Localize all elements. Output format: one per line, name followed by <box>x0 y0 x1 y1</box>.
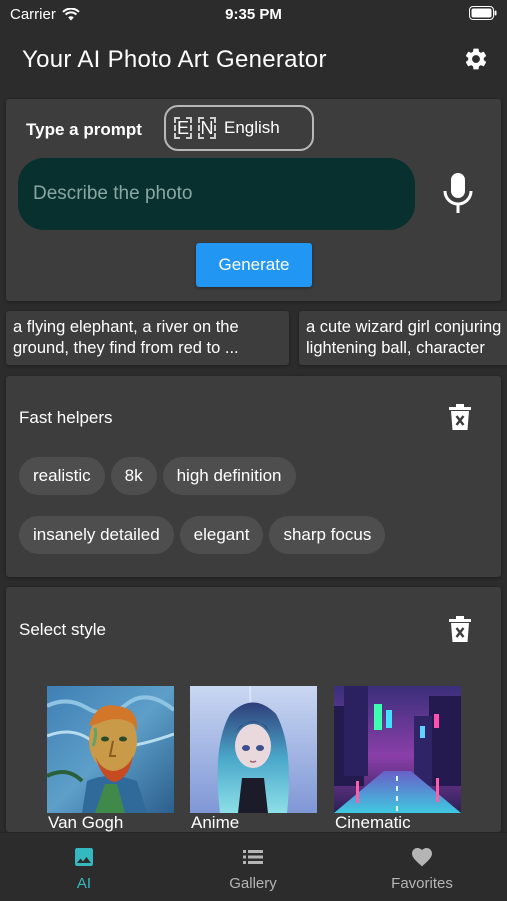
prompt-card: Type a prompt E N English Generate <box>6 99 501 301</box>
language-code-icon: E N <box>174 117 216 139</box>
clear-style-button[interactable] <box>449 616 471 642</box>
tab-gallery[interactable]: Gallery <box>169 833 337 901</box>
helper-chip-8k[interactable]: 8k <box>110 457 157 495</box>
style-option-cinematic[interactable]: Cinematic <box>334 686 461 832</box>
language-letter: E <box>174 117 192 139</box>
prompt-label: Type a prompt <box>26 120 142 139</box>
suggestion-line: lightening ball, character <box>306 339 485 357</box>
battery-icon <box>469 6 497 25</box>
suggestion-line: a flying elephant, a river on the <box>13 318 239 336</box>
fast-helpers-card: Fast helpers realistic 8k high definitio… <box>6 376 501 577</box>
language-letter: N <box>198 117 216 139</box>
helper-chip-row: insanely detailed elegant sharp focus <box>19 516 386 554</box>
helper-chip-row: realistic 8k high definition <box>19 457 296 495</box>
microphone-icon <box>443 173 473 213</box>
trash-icon <box>449 404 471 430</box>
prompt-input[interactable] <box>18 158 415 230</box>
suggestion-line: a cute wizard girl conjuring <box>306 318 502 336</box>
tab-ai[interactable]: AI <box>0 833 168 901</box>
prompt-suggestion[interactable]: a flying elephant, a river on the ground… <box>6 311 289 365</box>
microphone-button[interactable] <box>442 173 474 215</box>
generate-button[interactable]: Generate <box>196 243 312 287</box>
helper-chip-elegant[interactable]: elegant <box>179 516 264 554</box>
tab-label: Favorites <box>391 875 453 892</box>
helper-chip-realistic[interactable]: realistic <box>19 457 105 495</box>
list-icon <box>243 850 263 864</box>
anime-thumbnail <box>190 686 317 813</box>
fast-helpers-title: Fast helpers <box>19 408 113 427</box>
trash-icon <box>449 616 471 642</box>
select-style-title: Select style <box>19 620 106 639</box>
clear-helpers-button[interactable] <box>449 404 471 430</box>
prompt-suggestion[interactable]: a cute wizard girl conjuring lightening … <box>299 311 507 365</box>
suggestion-line: ground, they find from red to ... <box>13 339 239 357</box>
tab-favorites[interactable]: Favorites <box>338 833 506 901</box>
gear-icon <box>465 48 487 70</box>
language-name: English <box>224 118 280 137</box>
select-style-card: Select style Van Gogh Anime Cinematic <box>6 587 501 832</box>
page-title: Your AI Photo Art Generator <box>22 46 327 73</box>
style-label: Van Gogh <box>48 813 124 832</box>
style-option-anime[interactable]: Anime <box>190 686 317 832</box>
status-time: 9:35 PM <box>225 6 282 23</box>
style-option-van-gogh[interactable]: Van Gogh <box>47 686 174 832</box>
cinematic-thumbnail <box>334 686 461 813</box>
helper-chip-high-definition[interactable]: high definition <box>162 457 296 495</box>
helper-chip-insanely-detailed[interactable]: insanely detailed <box>19 516 174 554</box>
heart-icon <box>412 848 432 867</box>
tab-label: AI <box>76 875 92 892</box>
tab-label: Gallery <box>229 875 277 892</box>
language-selector-button[interactable]: E N English <box>164 105 314 151</box>
helper-chip-sharp-focus[interactable]: sharp focus <box>269 516 386 554</box>
status-bar: Carrier 9:35 PM <box>0 0 507 30</box>
image-icon <box>75 848 93 866</box>
style-label: Anime <box>191 813 240 832</box>
style-label: Cinematic <box>335 813 411 832</box>
van-gogh-thumbnail <box>47 686 174 813</box>
bottom-navigation: AI Gallery Favorites <box>0 832 507 901</box>
app-header: Your AI Photo Art Generator <box>0 30 507 90</box>
settings-button[interactable] <box>461 44 491 74</box>
